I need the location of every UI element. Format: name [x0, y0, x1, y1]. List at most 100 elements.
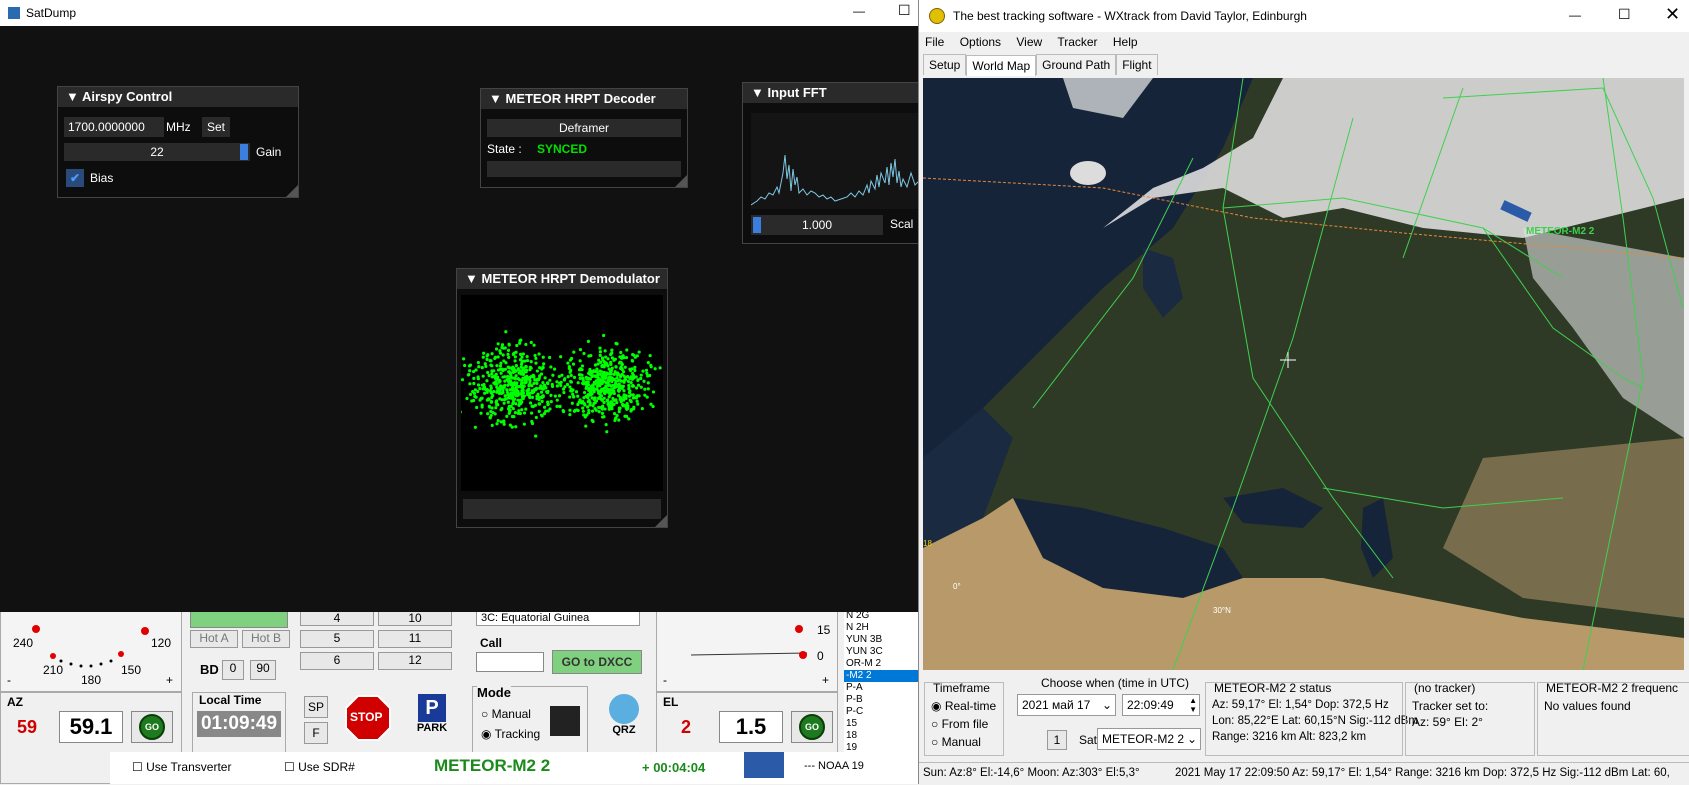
az-go-button[interactable]: GO — [131, 711, 173, 743]
realtime-label: Real-time — [944, 699, 997, 713]
satellite-list-item[interactable]: YUN 3B — [844, 634, 920, 646]
fft-scale-handle[interactable] — [753, 217, 761, 233]
mode-manual-radio[interactable]: ○ Manual — [481, 707, 531, 721]
manual-radio[interactable]: ○ Manual — [931, 735, 981, 749]
timeframe-label: Timeframe — [933, 681, 990, 695]
qrz-button[interactable]: QRZ — [606, 694, 642, 744]
bd-90-button[interactable]: 90 — [250, 660, 276, 680]
stop-button[interactable]: STOP — [344, 694, 392, 742]
satellite-list-item[interactable]: 15 — [844, 718, 920, 730]
tab-flight[interactable]: Flight — [1116, 54, 1158, 75]
fft-plot — [750, 113, 922, 209]
date-picker[interactable]: 2021 май 17 ⌄ — [1017, 694, 1116, 716]
satellite-list-item[interactable]: YUN 3C — [844, 646, 920, 658]
satellite-list-item[interactable]: P-B — [844, 694, 920, 706]
go-to-dxcc-button[interactable]: GO to DXCC — [552, 650, 642, 674]
globe-icon[interactable] — [550, 706, 580, 736]
az-minus-button[interactable]: - — [7, 673, 11, 687]
tracked-satellite-name: METEOR-M2 2 — [434, 756, 551, 775]
from-file-radio[interactable]: ○ From file — [931, 717, 988, 731]
use-transverter-checkbox[interactable]: ☐ Use Transverter — [132, 760, 231, 774]
tracker-title: (no tracker) — [1414, 681, 1476, 695]
bd-0-button[interactable]: 0 — [222, 660, 244, 680]
maximize-icon[interactable]: ☐ — [1618, 6, 1631, 23]
use-sdr-checkbox[interactable]: ☐ Use SDR# — [284, 760, 355, 774]
qrz-globe-icon — [609, 694, 639, 724]
f-button[interactable]: F — [304, 722, 328, 744]
fft-scale-label: Scal — [890, 217, 914, 231]
satellite-list-item[interactable]: OR-M 2 — [844, 658, 920, 670]
el-set-value[interactable]: 1.5 — [719, 711, 783, 743]
key-5[interactable]: 5 — [300, 630, 374, 648]
fft-scale-slider[interactable]: 1.000 — [751, 215, 883, 235]
satellite-list-item[interactable]: N 2H — [844, 622, 920, 634]
satellite-list-item[interactable]: 18 — [844, 730, 920, 742]
el-label: EL — [663, 695, 679, 709]
go-to-locator-button[interactable] — [190, 610, 288, 628]
az-set-value[interactable]: 59.1 — [59, 711, 123, 743]
az-tick-120: 120 — [151, 636, 172, 650]
tab-ground-path[interactable]: Ground Path — [1036, 54, 1117, 75]
time-spinner[interactable]: 22:09:49 ▲ ▼ — [1122, 694, 1200, 716]
chevron-down-icon: ⌄ — [1186, 732, 1197, 746]
menu-help[interactable]: Help — [1113, 35, 1138, 49]
mode-tracking-label: Tracking — [494, 727, 541, 741]
el-plus-button[interactable]: + — [822, 673, 829, 687]
resize-grip-icon[interactable] — [675, 175, 687, 187]
world-map-graphic: 18 — [923, 78, 1684, 670]
menu-file[interactable]: File — [925, 35, 944, 49]
key-12[interactable]: 12 — [378, 652, 452, 670]
el-tick-0: 0 — [817, 649, 824, 663]
menu-options[interactable]: Options — [960, 35, 1001, 49]
key-6[interactable]: 6 — [300, 652, 374, 670]
tab-world-map[interactable]: World Map — [966, 55, 1037, 76]
airspy-control-title[interactable]: ▼ Airspy Control — [58, 87, 298, 107]
resize-grip-icon[interactable] — [286, 185, 298, 197]
gain-slider-handle[interactable] — [240, 144, 248, 160]
el-minus-button[interactable]: - — [663, 673, 667, 687]
realtime-radio[interactable]: ◉ Real-time — [931, 699, 996, 713]
call-input[interactable] — [476, 652, 544, 672]
input-fft-title[interactable]: ▼ Input FFT — [743, 83, 921, 103]
key-11[interactable]: 11 — [378, 630, 452, 648]
satellite-list-item[interactable]: -M2 2 — [844, 670, 920, 682]
close-icon[interactable]: ✕ — [1665, 4, 1680, 25]
satellite-select[interactable]: METEOR-M2 2 ⌄ — [1097, 728, 1201, 750]
tracker-line-2: Az: 59° El: 2° — [1412, 715, 1483, 729]
hrpt-decoder-title[interactable]: ▼ METEOR HRPT Decoder — [481, 89, 687, 109]
minimize-icon[interactable]: — — [853, 4, 865, 18]
az-plus-button[interactable]: + — [166, 673, 173, 687]
hrpt-demodulator-title[interactable]: ▼ METEOR HRPT Demodulator — [457, 269, 667, 289]
maximize-icon[interactable]: ☐ — [898, 2, 911, 19]
mode-tracking-radio[interactable]: ◉ Tracking — [481, 727, 540, 741]
satellite-list[interactable]: N 2G N 2H YUN 3B YUN 3C OR-M 2 -M2 2 P-A P-B P-C… — [844, 610, 920, 770]
frequency-input[interactable]: 1700.0000000 — [64, 117, 164, 137]
menu-view[interactable]: View — [1016, 35, 1042, 49]
resize-grip-icon[interactable] — [655, 515, 667, 527]
park-button[interactable]: P PARK — [410, 694, 454, 744]
tab-setup[interactable]: Setup — [923, 54, 967, 75]
bias-checkbox[interactable]: ✔ — [66, 169, 84, 187]
el-tick-15: 15 — [817, 623, 831, 637]
satellite-list-item[interactable]: P-C — [844, 706, 920, 718]
satellite-select-value: METEOR-M2 2 — [1102, 732, 1185, 746]
go-icon: GO — [799, 714, 825, 740]
world-map[interactable]: 18 METEOR-M2 2 30°N 0° — [923, 78, 1684, 670]
sp-button[interactable]: SP — [304, 696, 328, 718]
dxcc-select[interactable]: 3C: Equatorial Guinea — [476, 610, 640, 626]
spin-arrows-icon[interactable]: ▲ ▼ — [1189, 696, 1197, 714]
state-value: SYNCED — [537, 142, 588, 156]
gain-slider[interactable]: 22 — [64, 143, 250, 161]
hot-b-button[interactable]: Hot B — [242, 630, 290, 648]
step-button[interactable]: 1 — [1047, 730, 1067, 750]
menu-tracker[interactable]: Tracker — [1057, 35, 1097, 49]
el-go-button[interactable]: GO — [791, 711, 833, 743]
key-10[interactable]: 10 — [378, 610, 452, 626]
set-frequency-button[interactable]: Set — [202, 117, 230, 137]
minimize-icon[interactable]: — — [1569, 8, 1581, 22]
satellite-list-item[interactable]: P-A — [844, 682, 920, 694]
svg-text:18: 18 — [923, 539, 932, 548]
key-4[interactable]: 4 — [300, 610, 374, 626]
hot-a-button[interactable]: Hot A — [190, 630, 238, 648]
frequency-line-1: No values found — [1544, 699, 1631, 713]
